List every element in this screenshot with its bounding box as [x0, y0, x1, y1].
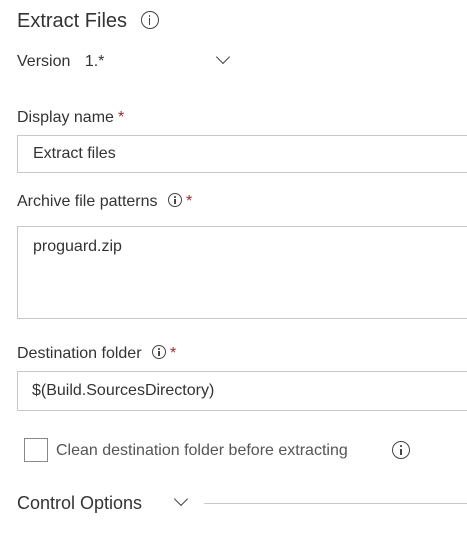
info-icon[interactable]	[392, 441, 410, 459]
archive-patterns-value: proguard.zip	[33, 238, 122, 255]
info-icon[interactable]	[167, 192, 182, 207]
display-name-value: Extract files	[33, 145, 116, 162]
task-title: Extract Files	[17, 10, 128, 32]
required-marker: *	[185, 193, 193, 210]
archive-patterns-textarea[interactable]: proguard.zip	[17, 226, 467, 319]
version-row: Version 1.*	[17, 52, 104, 72]
display-name-label: Display name *	[17, 109, 125, 126]
control-options-header[interactable]: Control Options	[17, 492, 142, 514]
destination-folder-value: $(Build.SourcesDirectory)	[32, 382, 215, 399]
destination-folder-label: Destination folder *	[17, 344, 177, 362]
version-value[interactable]: 1.*	[85, 53, 105, 70]
section-divider	[204, 503, 467, 504]
clean-destination-checkbox[interactable]	[24, 438, 48, 462]
chevron-down-icon[interactable]	[215, 49, 231, 65]
version-dropdown[interactable]	[214, 49, 234, 70]
required-marker: *	[169, 345, 177, 362]
control-options-label: Control Options	[17, 493, 143, 513]
chevron-down-icon[interactable]	[173, 491, 189, 507]
clean-destination-label[interactable]: Clean destination folder before extracti…	[56, 441, 348, 461]
info-icon[interactable]	[151, 344, 166, 359]
version-label: Version	[17, 53, 71, 70]
archive-patterns-label: Archive file patterns *	[17, 192, 193, 210]
destination-folder-input[interactable]: $(Build.SourcesDirectory)	[17, 371, 467, 411]
display-name-input[interactable]: Extract files	[17, 135, 467, 173]
info-icon[interactable]	[140, 10, 159, 29]
task-title-row: Extract Files	[17, 8, 159, 34]
required-marker: *	[117, 109, 125, 126]
